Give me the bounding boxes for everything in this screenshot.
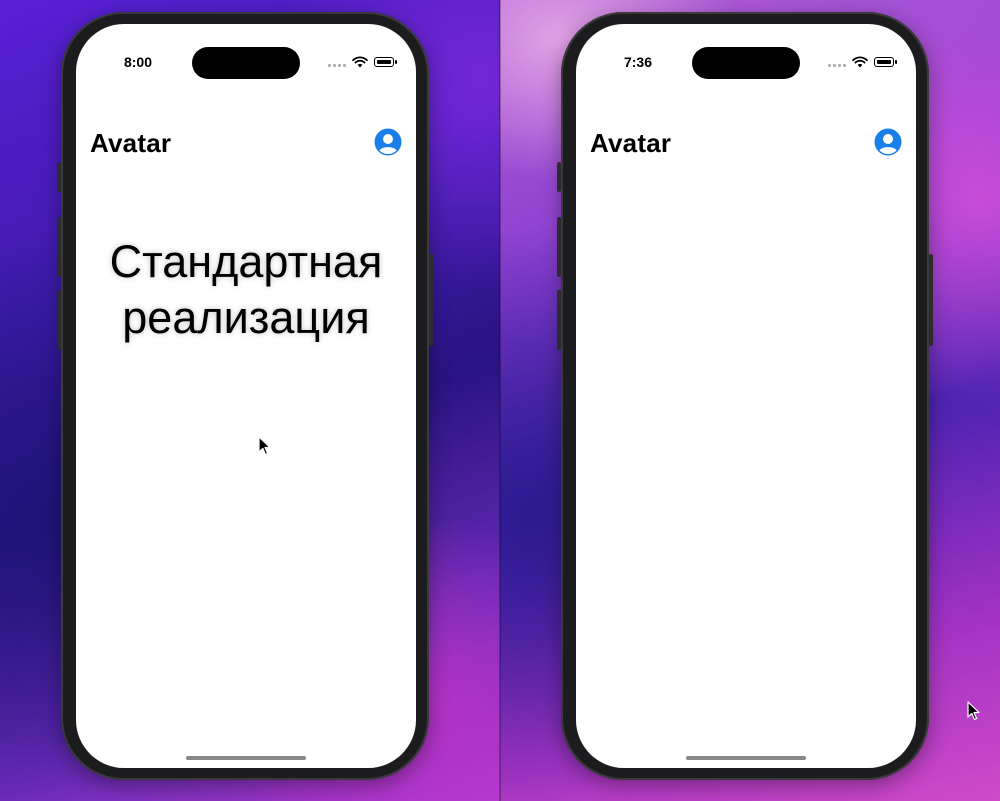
placeholder-text: Стандартная реализация bbox=[76, 234, 416, 346]
cellular-signal-icon bbox=[828, 57, 846, 67]
power-button bbox=[429, 254, 433, 346]
dynamic-island bbox=[192, 47, 300, 79]
nav-title: Avatar bbox=[90, 128, 172, 158]
iphone-frame-left: 8:00 Avatar Стандартная реализация bbox=[57, 12, 433, 780]
wifi-icon bbox=[352, 56, 368, 68]
person-circle-icon[interactable] bbox=[874, 128, 902, 156]
battery-icon bbox=[374, 57, 397, 67]
placeholder-text-line1: Стандартная bbox=[109, 236, 383, 287]
simulator-screen-left: 8:00 Avatar Стандартная реализация bbox=[76, 24, 416, 768]
action-button bbox=[557, 162, 561, 192]
status-bar-icons bbox=[328, 54, 397, 70]
placeholder-text-line2: реализация bbox=[122, 292, 370, 343]
status-bar-time: 7:36 bbox=[623, 54, 653, 70]
dynamic-island bbox=[692, 47, 800, 79]
volume-up-button bbox=[557, 217, 561, 277]
nav-title: Avatar bbox=[590, 128, 672, 158]
mouse-pointer-icon bbox=[258, 436, 271, 456]
volume-down-button bbox=[557, 290, 561, 350]
power-button bbox=[929, 254, 933, 346]
iphone-frame-right: 7:36 Avatar bbox=[557, 12, 933, 780]
home-indicator[interactable] bbox=[686, 756, 806, 760]
status-bar-time: 8:00 bbox=[123, 54, 153, 70]
person-circle-icon[interactable] bbox=[374, 128, 402, 156]
cellular-signal-icon bbox=[328, 57, 346, 67]
battery-icon bbox=[874, 57, 897, 67]
simulator-screen-right: 7:36 Avatar bbox=[576, 24, 916, 768]
home-indicator[interactable] bbox=[186, 756, 306, 760]
wifi-icon bbox=[852, 56, 868, 68]
action-button bbox=[57, 162, 61, 192]
volume-up-button bbox=[57, 217, 61, 277]
volume-down-button bbox=[57, 290, 61, 350]
panel-divider bbox=[499, 0, 501, 801]
mouse-pointer-icon bbox=[967, 701, 980, 721]
status-bar-icons bbox=[828, 54, 897, 70]
